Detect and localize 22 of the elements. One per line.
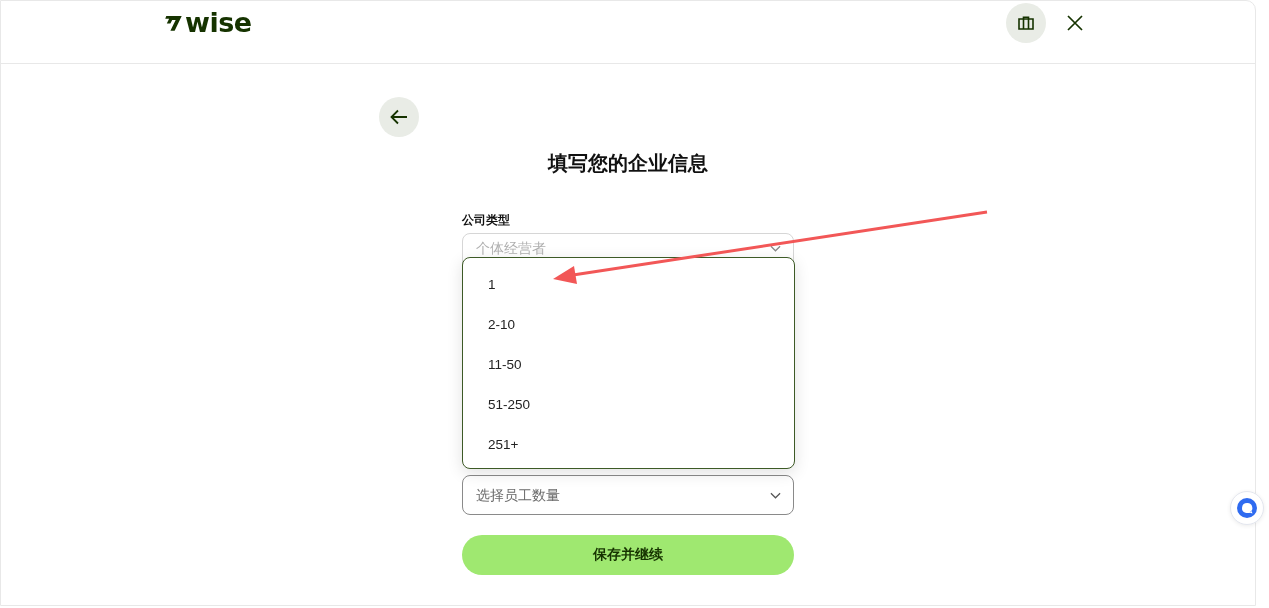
logo-mark-icon: [165, 14, 183, 32]
field-value: 个体经营者: [476, 241, 546, 256]
dropdown-option[interactable]: 11-50: [463, 344, 794, 384]
save-continue-button[interactable]: 保存并继续: [462, 535, 794, 575]
close-button[interactable]: [1067, 15, 1083, 31]
employee-count-select[interactable]: 选择员工数量: [462, 475, 794, 515]
close-icon: [1067, 15, 1083, 31]
chat-bubble-icon: [1237, 498, 1257, 518]
field-label: 公司类型: [462, 213, 511, 228]
chat-button[interactable]: [1230, 491, 1264, 525]
dropdown-option[interactable]: 2-10: [463, 304, 794, 344]
chevron-down-icon: [770, 491, 781, 499]
back-arrow-icon: [390, 109, 408, 125]
dropdown-option[interactable]: 51-250: [463, 384, 794, 424]
briefcase-icon: [1018, 16, 1034, 30]
back-button[interactable]: [379, 97, 419, 137]
logo-text[interactable]: wise: [185, 11, 252, 35]
business-button[interactable]: [1006, 3, 1046, 43]
dropdown-option[interactable]: 251+: [463, 424, 794, 464]
field-placeholder: 选择员工数量: [476, 486, 560, 504]
page-title: 填写您的企业信息: [548, 151, 708, 175]
chevron-down-icon: [770, 245, 781, 252]
